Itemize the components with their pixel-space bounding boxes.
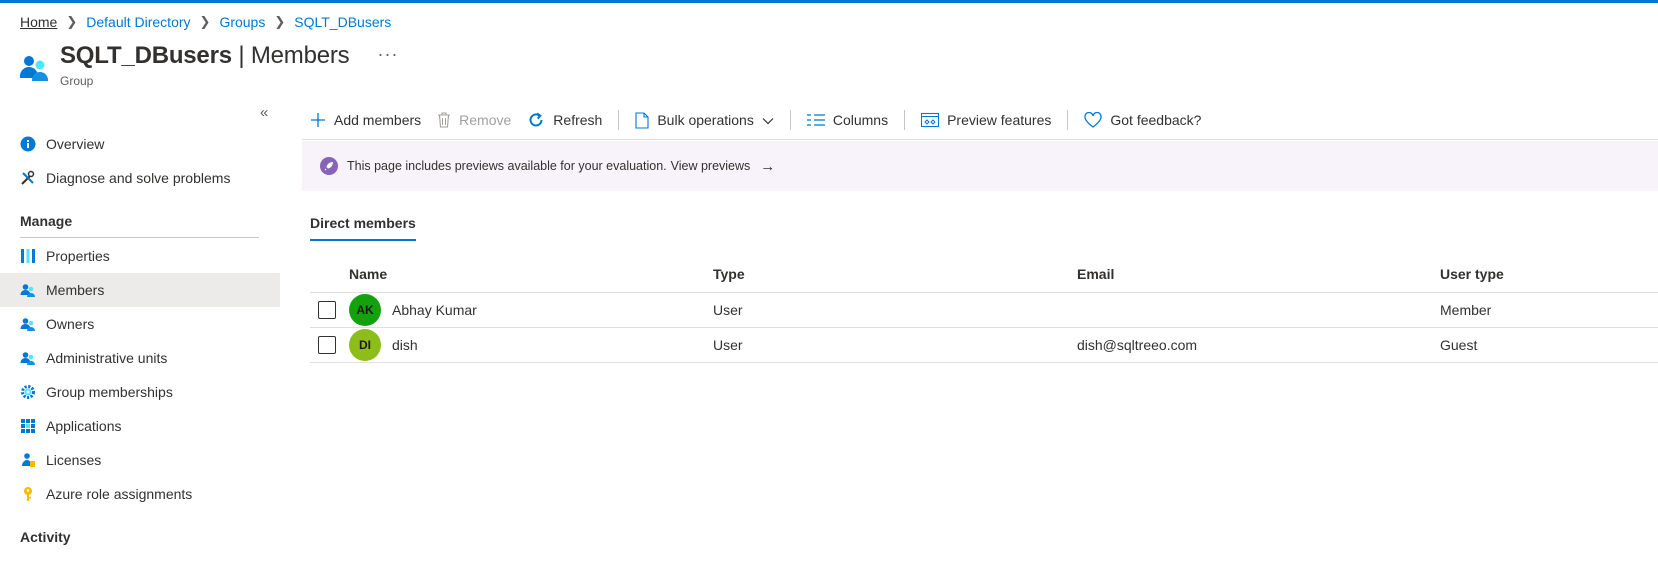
breadcrumb-default-directory[interactable]: Default Directory [86, 14, 190, 30]
breadcrumb-groups[interactable]: Groups [219, 14, 265, 30]
column-header-email[interactable]: Email [1077, 256, 1114, 292]
section-manage: Manage [20, 213, 73, 229]
trash-icon [437, 112, 451, 128]
group-icon [18, 52, 50, 84]
table-row[interactable]: DI dish User dish@sqltreeo.com Guest [310, 328, 1658, 363]
chevron-down-icon [762, 112, 774, 128]
members-table: Name Type Email User type AK Abhay Kumar… [310, 256, 1658, 363]
member-type: User [713, 302, 743, 318]
sidebar-item-licenses[interactable]: Licenses [0, 443, 280, 477]
owners-icon [20, 316, 36, 332]
toolbar-divider [904, 110, 906, 130]
toolbar-divider [1067, 110, 1069, 130]
top-accent-bar [0, 0, 1658, 3]
sidebar-item-administrative-units[interactable]: Administrative units [0, 341, 280, 375]
grid-icon [20, 418, 36, 434]
sidebar-item-overview[interactable]: Overview [0, 127, 280, 161]
chevron-right-icon: ❯ [66, 14, 78, 29]
page-title: SQLT_DBusers | Members [60, 42, 350, 69]
member-user-type: Member [1440, 302, 1492, 318]
chevron-right-icon: ❯ [199, 14, 211, 29]
column-header-name[interactable]: Name [349, 256, 387, 292]
divider [20, 237, 259, 238]
member-name[interactable]: Abhay Kumar [392, 302, 477, 318]
avatar: AK [349, 294, 381, 326]
members-icon [20, 282, 36, 298]
breadcrumb-group[interactable]: SQLT_DBusers [294, 14, 391, 30]
wrench-icon [20, 170, 36, 186]
columns-button[interactable]: Columns [799, 104, 896, 136]
row-checkbox[interactable] [318, 301, 336, 319]
add-members-button[interactable]: Add members [302, 104, 429, 136]
refresh-button[interactable]: Refresh [519, 104, 610, 136]
member-type: User [713, 337, 743, 353]
command-bar: Add members Remove Refresh Bulk operatio… [302, 100, 1209, 140]
license-icon [20, 452, 36, 468]
section-activity: Activity [20, 529, 71, 545]
key-icon [20, 486, 36, 502]
row-checkbox[interactable] [318, 336, 336, 354]
avatar: DI [349, 329, 381, 361]
toolbar-divider [618, 110, 620, 130]
admin-units-icon [20, 350, 36, 366]
preview-features-button[interactable]: Preview features [913, 104, 1059, 136]
member-name[interactable]: dish [392, 337, 418, 353]
breadcrumb: Home ❯ Default Directory ❯ Groups ❯ SQLT… [20, 14, 391, 30]
view-previews-link[interactable]: View previews [671, 159, 751, 173]
preview-icon [921, 112, 940, 128]
gear-icon [20, 384, 36, 400]
chevron-right-icon: ❯ [274, 14, 286, 29]
column-header-type[interactable]: Type [713, 256, 745, 292]
bulk-operations-button[interactable]: Bulk operations [627, 104, 782, 136]
page-subtitle: Group [60, 74, 94, 88]
refresh-icon [527, 111, 545, 129]
preview-banner: This page includes previews available fo… [302, 141, 1658, 191]
heart-icon [1084, 112, 1103, 128]
remove-button[interactable]: Remove [429, 104, 519, 136]
sidebar-item-azure-role-assignments[interactable]: Azure role assignments [0, 477, 280, 511]
banner-text: This page includes previews available fo… [347, 159, 667, 173]
plus-icon [310, 112, 326, 128]
member-user-type: Guest [1440, 337, 1478, 353]
breadcrumb-home[interactable]: Home [20, 14, 57, 30]
sidebar-item-diagnose[interactable]: Diagnose and solve problems [0, 161, 280, 195]
divider [302, 139, 1658, 140]
rocket-icon [320, 157, 338, 175]
properties-icon [20, 248, 36, 264]
columns-icon [806, 114, 825, 126]
table-row[interactable]: AK Abhay Kumar User Member [310, 293, 1658, 328]
info-icon [20, 136, 36, 152]
sidebar-item-properties[interactable]: Properties [0, 239, 280, 273]
toolbar-divider [789, 110, 791, 130]
column-header-user-type[interactable]: User type [1440, 256, 1504, 292]
feedback-button[interactable]: Got feedback? [1076, 104, 1209, 136]
collapse-sidebar-button[interactable]: « [260, 104, 268, 121]
member-email: dish@sqltreeo.com [1077, 337, 1198, 353]
more-options-button[interactable]: ··· [377, 44, 398, 65]
document-icon [635, 111, 649, 129]
arrow-right-icon[interactable]: → [760, 158, 775, 175]
sidebar-item-group-memberships[interactable]: Group memberships [0, 375, 280, 409]
tab-direct-members[interactable]: Direct members [310, 215, 416, 241]
sidebar-item-owners[interactable]: Owners [0, 307, 280, 341]
page-header: SQLT_DBusers | Members Group ··· [18, 42, 398, 88]
sidebar-item-members[interactable]: Members [0, 273, 280, 307]
table-header-row: Name Type Email User type [310, 256, 1658, 293]
sidebar-item-applications[interactable]: Applications [0, 409, 280, 443]
